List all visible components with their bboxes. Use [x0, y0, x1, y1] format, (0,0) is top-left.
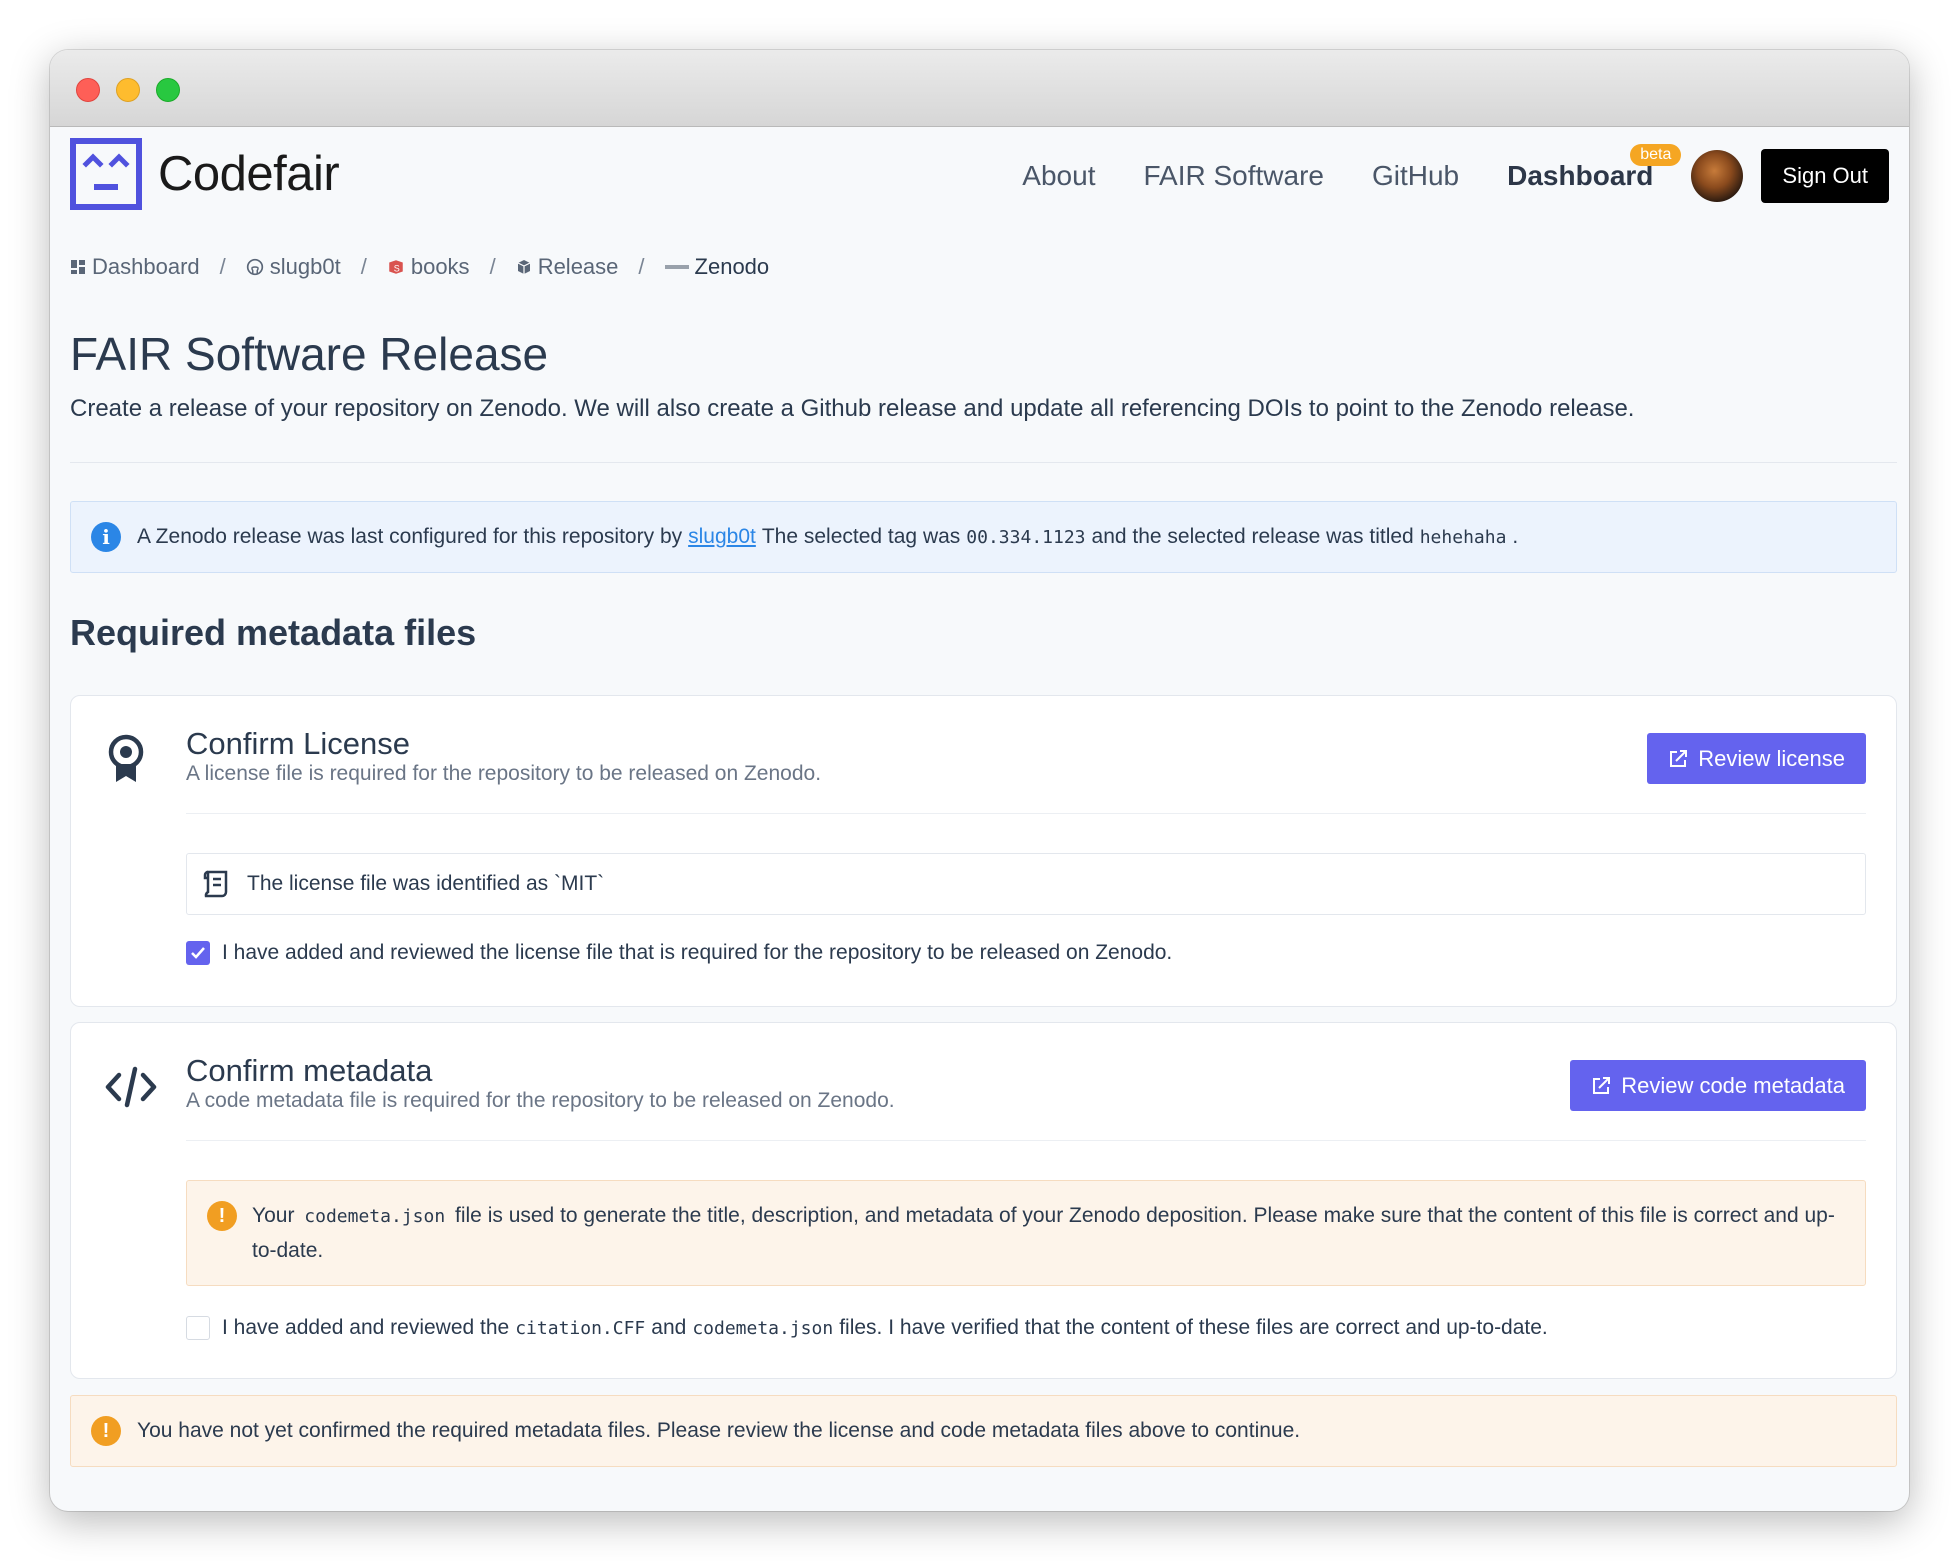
nav-dashboard-label: Dashboard	[1507, 160, 1654, 191]
breadcrumb-user-label: slugb0t	[269, 254, 341, 279]
license-identified-text: The license file was identified as `MIT`	[247, 872, 605, 895]
code-icon	[105, 1065, 157, 1114]
nav-link-fair-software[interactable]: FAIR Software	[1143, 160, 1324, 192]
page-title: FAIR Software Release	[70, 328, 549, 380]
nav-link-github[interactable]: GitHub	[1372, 160, 1459, 192]
metadata-confirm-checkbox[interactable]	[186, 1316, 210, 1340]
card-divider	[186, 813, 1866, 814]
citation-filename: citation.CFF	[515, 1317, 646, 1339]
metadata-card-description: A code metadata file is required for the…	[186, 1089, 895, 1112]
breadcrumb-separator: /	[638, 254, 645, 279]
review-license-label: Review license	[1698, 745, 1845, 771]
breadcrumb-zenodo-label: Zenodo	[694, 254, 770, 279]
info-suffix: .	[1512, 525, 1519, 548]
breadcrumb-release[interactable]: Release	[516, 254, 619, 280]
sign-out-button[interactable]: Sign Out	[1761, 149, 1889, 203]
release-tag: 00.334.1123	[966, 526, 1086, 548]
review-code-metadata-button[interactable]: Review code metadata	[1570, 1060, 1866, 1111]
warning-prefix: Your	[252, 1204, 295, 1227]
codemeta-warning: ! Your codemeta.json file is used to gen…	[186, 1180, 1866, 1286]
info-tag-text: The selected tag was	[761, 525, 961, 548]
info-alert: i A Zenodo release was last configured f…	[70, 501, 1897, 573]
warning-icon: !	[207, 1201, 237, 1231]
card-divider	[186, 1140, 1866, 1141]
review-license-button[interactable]: Review license	[1647, 733, 1866, 784]
github-icon	[246, 258, 264, 276]
codefair-logo-icon	[70, 138, 142, 210]
breadcrumb-zenodo: Zenodo	[664, 254, 770, 280]
award-icon	[105, 734, 147, 791]
beta-badge: beta	[1630, 144, 1682, 166]
unconfirmed-warning-text: You have not yet confirmed the required …	[137, 1419, 1301, 1442]
breadcrumb-user[interactable]: slugb0t	[246, 254, 341, 280]
window-titlebar	[50, 50, 1909, 127]
breadcrumb-release-label: Release	[537, 254, 619, 279]
breadcrumb-separator: /	[219, 254, 226, 279]
info-prefix: A Zenodo release was last configured for…	[137, 525, 683, 548]
package-icon	[516, 259, 532, 275]
page-content: Codefair About FAIR Software GitHub Dash…	[50, 127, 1909, 1511]
info-title-text: and the selected release was titled	[1091, 525, 1414, 548]
page-subtitle: Create a release of your repository on Z…	[70, 395, 1635, 422]
external-edit-icon	[1668, 749, 1688, 769]
review-code-metadata-label: Review code metadata	[1621, 1072, 1845, 1098]
brand-name: Codefair	[158, 147, 340, 201]
metadata-confirm-prefix: I have added and reviewed the	[222, 1316, 510, 1339]
close-window-button[interactable]	[76, 78, 100, 102]
warning-icon: !	[91, 1416, 121, 1446]
navbar: Codefair About FAIR Software GitHub Dash…	[70, 127, 1889, 222]
license-confirm-label: I have added and reviewed the license fi…	[222, 941, 1173, 964]
scroll-icon	[201, 868, 231, 900]
nav-link-dashboard[interactable]: Dashboard beta	[1507, 144, 1682, 192]
repo-icon: S	[387, 258, 405, 276]
license-card-description: A license file is required for the repos…	[186, 762, 822, 785]
user-avatar[interactable]	[1691, 150, 1744, 202]
breadcrumb-repo-label: books	[410, 254, 470, 279]
metadata-card-title: Confirm metadata	[186, 1053, 433, 1088]
user-link[interactable]: slugb0t	[688, 525, 756, 549]
metadata-card: Confirm metadata A code metadata file is…	[70, 1022, 1897, 1379]
external-edit-icon	[1591, 1076, 1611, 1096]
info-icon: i	[91, 522, 121, 552]
metadata-confirm-and: and	[651, 1316, 687, 1339]
breadcrumb-repo[interactable]: S books	[387, 254, 470, 280]
breadcrumb-dashboard[interactable]: Dashboard	[70, 254, 200, 280]
license-confirm-checkbox[interactable]	[186, 941, 210, 965]
browser-window: Codefair About FAIR Software GitHub Dash…	[50, 50, 1909, 1511]
svg-text:S: S	[394, 264, 400, 274]
nav-link-about[interactable]: About	[1022, 160, 1095, 192]
breadcrumb-separator: /	[489, 254, 496, 279]
license-confirm-row: I have added and reviewed the license fi…	[186, 941, 1172, 965]
breadcrumb-separator: /	[360, 254, 367, 279]
breadcrumb: Dashboard / slugb0t / S books / Release …	[70, 254, 769, 280]
warning-text: file is used to generate the title, desc…	[252, 1204, 1835, 1262]
section-title: Required metadata files	[70, 612, 477, 653]
codemeta-filename: codemeta.json	[304, 1206, 446, 1227]
brand-logo[interactable]: Codefair	[70, 138, 340, 210]
check-icon	[191, 947, 205, 959]
codemeta-filename: codemeta.json	[692, 1317, 834, 1339]
metadata-confirm-row: I have added and reviewed the citation.C…	[186, 1316, 1548, 1340]
unconfirmed-warning: ! You have not yet confirmed the require…	[70, 1395, 1897, 1467]
dashboard-icon	[70, 259, 86, 275]
minimize-window-button[interactable]	[116, 78, 140, 102]
nav-links: About FAIR Software GitHub Dashboard bet…	[1022, 144, 1889, 203]
license-identified-row: The license file was identified as `MIT`	[186, 853, 1866, 915]
metadata-confirm-suffix: files. I have verified that the content …	[839, 1316, 1548, 1339]
license-card-title: Confirm License	[186, 726, 410, 761]
license-card: Confirm License A license file is requir…	[70, 695, 1897, 1007]
release-title: hehehaha	[1419, 526, 1507, 548]
zenodo-icon	[664, 262, 689, 272]
divider	[70, 462, 1897, 463]
breadcrumb-dashboard-label: Dashboard	[92, 254, 200, 279]
maximize-window-button[interactable]	[156, 78, 180, 102]
